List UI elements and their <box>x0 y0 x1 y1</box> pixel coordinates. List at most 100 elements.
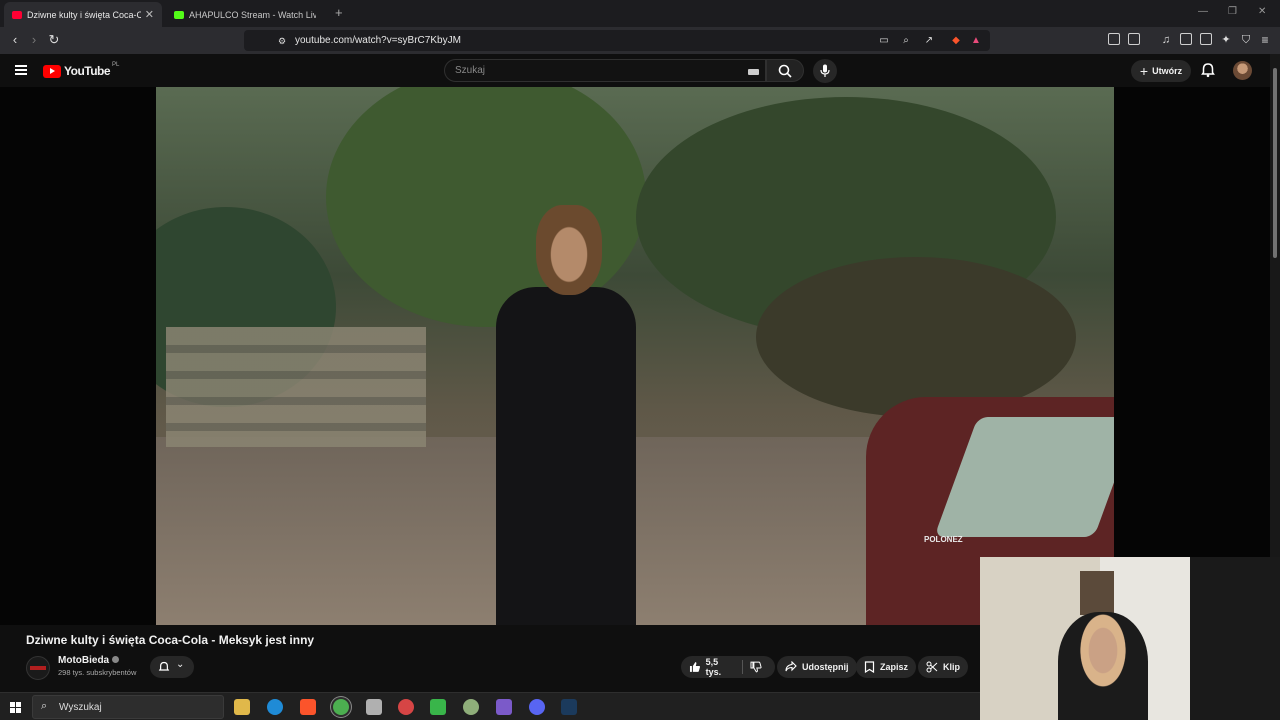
channel-name[interactable]: MotoBieda <box>58 655 120 666</box>
presenter-head <box>536 205 602 295</box>
channel-avatar[interactable] <box>26 656 50 680</box>
chrome-icon[interactable] <box>333 699 349 715</box>
thumbs-up-icon <box>689 662 701 672</box>
like-dislike-group: 5,5 tys. <box>681 656 775 678</box>
windows-taskbar: ⌕ Wyszukaj <box>0 692 980 720</box>
vpn-shield-icon[interactable]: ⛉ <box>1238 32 1254 48</box>
leo-ai-icon[interactable]: ✦ <box>1218 32 1234 48</box>
close-window-icon[interactable]: ✕ <box>1258 6 1266 17</box>
video-title: Dziwne kulty i święta Coca-Cola - Meksyk… <box>26 633 315 647</box>
page-scrollbar[interactable] <box>1270 54 1280 557</box>
share-page-icon[interactable]: ↗ <box>921 33 937 49</box>
back-icon[interactable]: ‹ <box>7 32 23 48</box>
screenshot-icon[interactable] <box>1128 33 1140 45</box>
presenter-body <box>496 287 636 625</box>
music-icon[interactable]: ♫ <box>1158 32 1174 48</box>
video-player[interactable]: POLONEZ <box>0 87 1270 625</box>
tab-youtube[interactable]: Dziwne kulty i święta Coca-Cola - Meksyk… <box>4 2 162 27</box>
search-icon <box>778 64 792 78</box>
car-badge: POLONEZ <box>924 535 963 544</box>
reload-icon[interactable]: ↻ <box>46 32 62 48</box>
search-button[interactable] <box>766 59 804 82</box>
divider <box>742 660 744 674</box>
verified-icon <box>112 656 120 663</box>
tab-kick[interactable]: AHAPULCO Stream - Watch Live on Kick <box>166 2 324 27</box>
restore-icon[interactable]: ❐ <box>1228 6 1237 17</box>
file-explorer-icon[interactable] <box>234 699 250 715</box>
taskbar-search-label: Wyszukaj <box>59 702 102 713</box>
app-icon[interactable] <box>463 699 479 715</box>
tab-label: Dziwne kulty i święta Coca-Cola - Meksyk… <box>27 9 141 20</box>
youtube-header: YouTube PL Szukaj + Utwórz <box>0 54 1280 87</box>
sidebar-icon[interactable] <box>1180 33 1192 45</box>
country-code: PL <box>112 62 120 68</box>
zoom-icon[interactable]: ⌕ <box>898 33 914 49</box>
create-label: Utwórz <box>1152 66 1183 76</box>
hamburger-menu-icon[interactable] <box>15 65 27 75</box>
search-icon: ⌕ <box>41 700 48 712</box>
notepad-icon[interactable] <box>366 699 382 715</box>
tab-label: AHAPULCO Stream - Watch Live on Kick <box>189 9 316 20</box>
brave-icon[interactable] <box>300 699 316 715</box>
channel-name-text: MotoBieda <box>58 655 110 666</box>
youtube-play-icon <box>43 64 61 78</box>
foliage <box>756 257 1076 417</box>
address-bar[interactable]: ⚙ youtube.com/watch?v=syBrC7KbyJM ▭ ⌕ ↗ … <box>244 30 990 51</box>
share-button[interactable]: Udostępnij <box>777 656 857 678</box>
scissors-icon <box>926 661 938 673</box>
search-placeholder: Szukaj <box>455 65 486 76</box>
thumbs-down-icon[interactable] <box>750 661 762 673</box>
minimize-icon[interactable]: — <box>1198 6 1208 17</box>
browser-tabstrip: Dziwne kulty i święta Coca-Cola - Meksyk… <box>0 0 1280 27</box>
save-label: Zapisz <box>880 662 909 672</box>
close-tab-icon[interactable]: ✕ <box>145 8 154 21</box>
url-text: youtube.com/watch?v=syBrC7KbyJM <box>295 35 461 46</box>
app-icon[interactable] <box>496 699 512 715</box>
forward-icon[interactable]: › <box>26 32 42 48</box>
save-bookmark-icon <box>864 661 875 673</box>
wallet-icon[interactable] <box>1200 33 1212 45</box>
new-tab-button[interactable]: + <box>335 5 343 20</box>
menu-icon[interactable]: ≡ <box>1257 32 1273 48</box>
youtube-wordmark: YouTube <box>64 64 111 78</box>
brave-shields-icon[interactable]: ◆ <box>948 33 964 49</box>
account-avatar[interactable] <box>1233 61 1252 80</box>
cast-icon[interactable]: ▭ <box>876 33 892 49</box>
plus-icon: + <box>1139 63 1149 79</box>
site-settings-icon[interactable]: ⚙ <box>274 33 290 49</box>
edge-icon[interactable] <box>267 699 283 715</box>
like-button[interactable]: 5,5 tys. <box>689 657 735 677</box>
stone-steps <box>166 327 426 447</box>
subscriber-count: 298 tys. subskrybentów <box>58 668 137 677</box>
media-player-icon[interactable] <box>430 699 446 715</box>
keyboard-icon[interactable] <box>748 69 759 75</box>
webcam-overlay <box>980 557 1280 720</box>
like-count: 5,5 tys. <box>705 657 722 677</box>
windows-start-icon[interactable] <box>10 702 21 713</box>
save-button[interactable]: Zapisz <box>856 656 917 678</box>
bell-icon <box>158 661 170 671</box>
microphone-icon <box>820 64 830 77</box>
search-input[interactable]: Szukaj <box>444 59 766 82</box>
share-label: Udostępnij <box>802 662 849 672</box>
share-icon <box>785 661 797 672</box>
youtube-favicon-icon <box>12 10 22 19</box>
steam-icon[interactable] <box>561 699 577 715</box>
taskbar-search[interactable]: ⌕ Wyszukaj <box>32 695 224 719</box>
obs-icon[interactable] <box>398 699 414 715</box>
create-button[interactable]: + Utwórz <box>1131 60 1191 82</box>
subscription-bell-button[interactable]: ⌄ <box>150 656 194 678</box>
clip-button[interactable]: Klip <box>918 656 968 678</box>
video-frame[interactable]: POLONEZ <box>156 87 1114 625</box>
kick-favicon-icon <box>174 10 184 19</box>
browser-toolbar: ‹ › ↻ ⌑ ⚙ youtube.com/watch?v=syBrC7KbyJ… <box>0 27 1280 54</box>
streamer <box>1058 612 1148 720</box>
youtube-logo[interactable]: YouTube PL <box>43 62 120 78</box>
brave-rewards-icon[interactable]: ▲ <box>968 33 984 49</box>
extensions-icon[interactable] <box>1108 33 1120 45</box>
scrollbar-thumb[interactable] <box>1273 68 1277 258</box>
notifications-bell-icon[interactable] <box>1200 62 1216 78</box>
wall-poster <box>1080 571 1114 615</box>
voice-search-button[interactable] <box>813 59 837 83</box>
discord-icon[interactable] <box>529 699 545 715</box>
